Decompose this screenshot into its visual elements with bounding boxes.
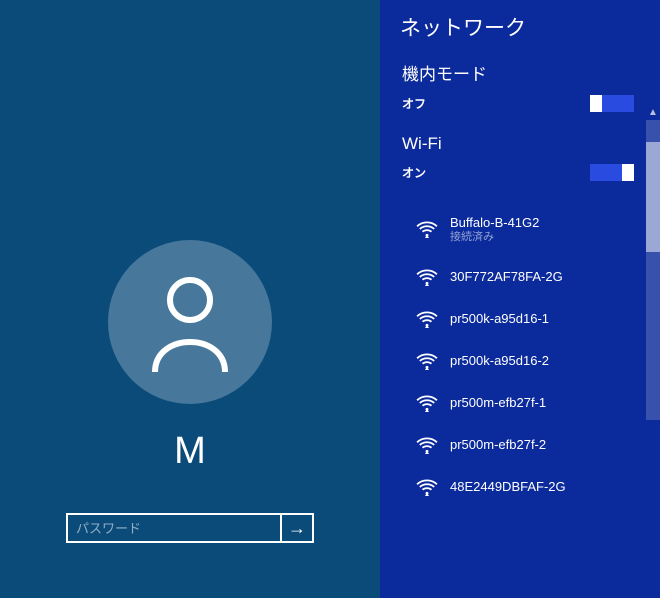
scroll-up-arrow-icon[interactable]: ▲ bbox=[647, 106, 659, 120]
panel-title: ネットワーク bbox=[380, 0, 660, 56]
username: M bbox=[174, 430, 206, 473]
submit-button[interactable]: → bbox=[282, 513, 314, 543]
wifi-item[interactable]: pr500m-efb27f-1 bbox=[402, 382, 644, 424]
wifi-item-text: Buffalo-B-41G2接続済み bbox=[450, 215, 539, 244]
network-scroll-area: 機内モード オフ Wi-Fi オン Buffalo-B-41G2接続済み 30F7… bbox=[380, 56, 660, 598]
toggle-knob bbox=[622, 164, 634, 181]
wifi-item[interactable]: Buffalo-B-41G2接続済み bbox=[402, 203, 644, 256]
wifi-item-text: pr500k-a95d16-1 bbox=[450, 311, 549, 327]
wifi-item-text: 30F772AF78FA-2G bbox=[450, 269, 563, 285]
wifi-signal-icon bbox=[416, 268, 438, 286]
login-panel: M → bbox=[0, 0, 380, 598]
password-input[interactable] bbox=[66, 513, 282, 543]
password-row: → bbox=[66, 513, 314, 543]
wifi-heading: Wi-Fi bbox=[402, 134, 644, 154]
wifi-item-text: pr500m-efb27f-1 bbox=[450, 395, 546, 411]
airplane-mode-heading: 機内モード bbox=[402, 60, 644, 85]
airplane-mode-toggle[interactable] bbox=[590, 95, 634, 112]
wifi-item-text: pr500m-efb27f-2 bbox=[450, 437, 546, 453]
wifi-row: オン bbox=[402, 164, 644, 181]
wifi-signal-icon bbox=[416, 436, 438, 454]
scrollbar-thumb[interactable] bbox=[646, 142, 660, 252]
arrow-right-icon: → bbox=[288, 518, 306, 539]
wifi-item-name: 48E2449DBFAF-2G bbox=[450, 479, 566, 495]
wifi-signal-icon bbox=[416, 220, 438, 238]
network-panel: ネットワーク 機内モード オフ Wi-Fi オン Buffalo-B-41G2接… bbox=[380, 0, 660, 598]
wifi-item[interactable]: 30F772AF78FA-2G bbox=[402, 256, 644, 298]
wifi-signal-icon bbox=[416, 394, 438, 412]
wifi-signal-icon bbox=[416, 478, 438, 496]
wifi-list: Buffalo-B-41G2接続済み 30F772AF78FA-2G pr500k-… bbox=[402, 203, 644, 508]
wifi-item-text: 48E2449DBFAF-2G bbox=[450, 479, 566, 495]
wifi-item-name: 30F772AF78FA-2G bbox=[450, 269, 563, 285]
airplane-mode-state: オフ bbox=[402, 95, 426, 112]
wifi-item-name: pr500k-a95d16-1 bbox=[450, 311, 549, 327]
user-icon bbox=[145, 272, 235, 372]
wifi-item[interactable]: pr500k-a95d16-2 bbox=[402, 340, 644, 382]
wifi-state: オン bbox=[402, 164, 426, 181]
wifi-signal-icon bbox=[416, 352, 438, 370]
wifi-item[interactable]: pr500k-a95d16-1 bbox=[402, 298, 644, 340]
wifi-item-status: 接続済み bbox=[450, 231, 539, 244]
avatar bbox=[108, 240, 272, 404]
scrollbar[interactable] bbox=[646, 120, 660, 420]
wifi-item-name: pr500k-a95d16-2 bbox=[450, 353, 549, 369]
wifi-item[interactable]: pr500m-efb27f-2 bbox=[402, 424, 644, 466]
wifi-item[interactable]: 48E2449DBFAF-2G bbox=[402, 466, 644, 508]
wifi-item-name: pr500m-efb27f-2 bbox=[450, 437, 546, 453]
wifi-toggle[interactable] bbox=[590, 164, 634, 181]
wifi-item-name: Buffalo-B-41G2 bbox=[450, 215, 539, 231]
airplane-mode-row: オフ bbox=[402, 95, 644, 112]
wifi-signal-icon bbox=[416, 310, 438, 328]
toggle-knob bbox=[590, 95, 602, 112]
wifi-item-text: pr500k-a95d16-2 bbox=[450, 353, 549, 369]
wifi-item-name: pr500m-efb27f-1 bbox=[450, 395, 546, 411]
